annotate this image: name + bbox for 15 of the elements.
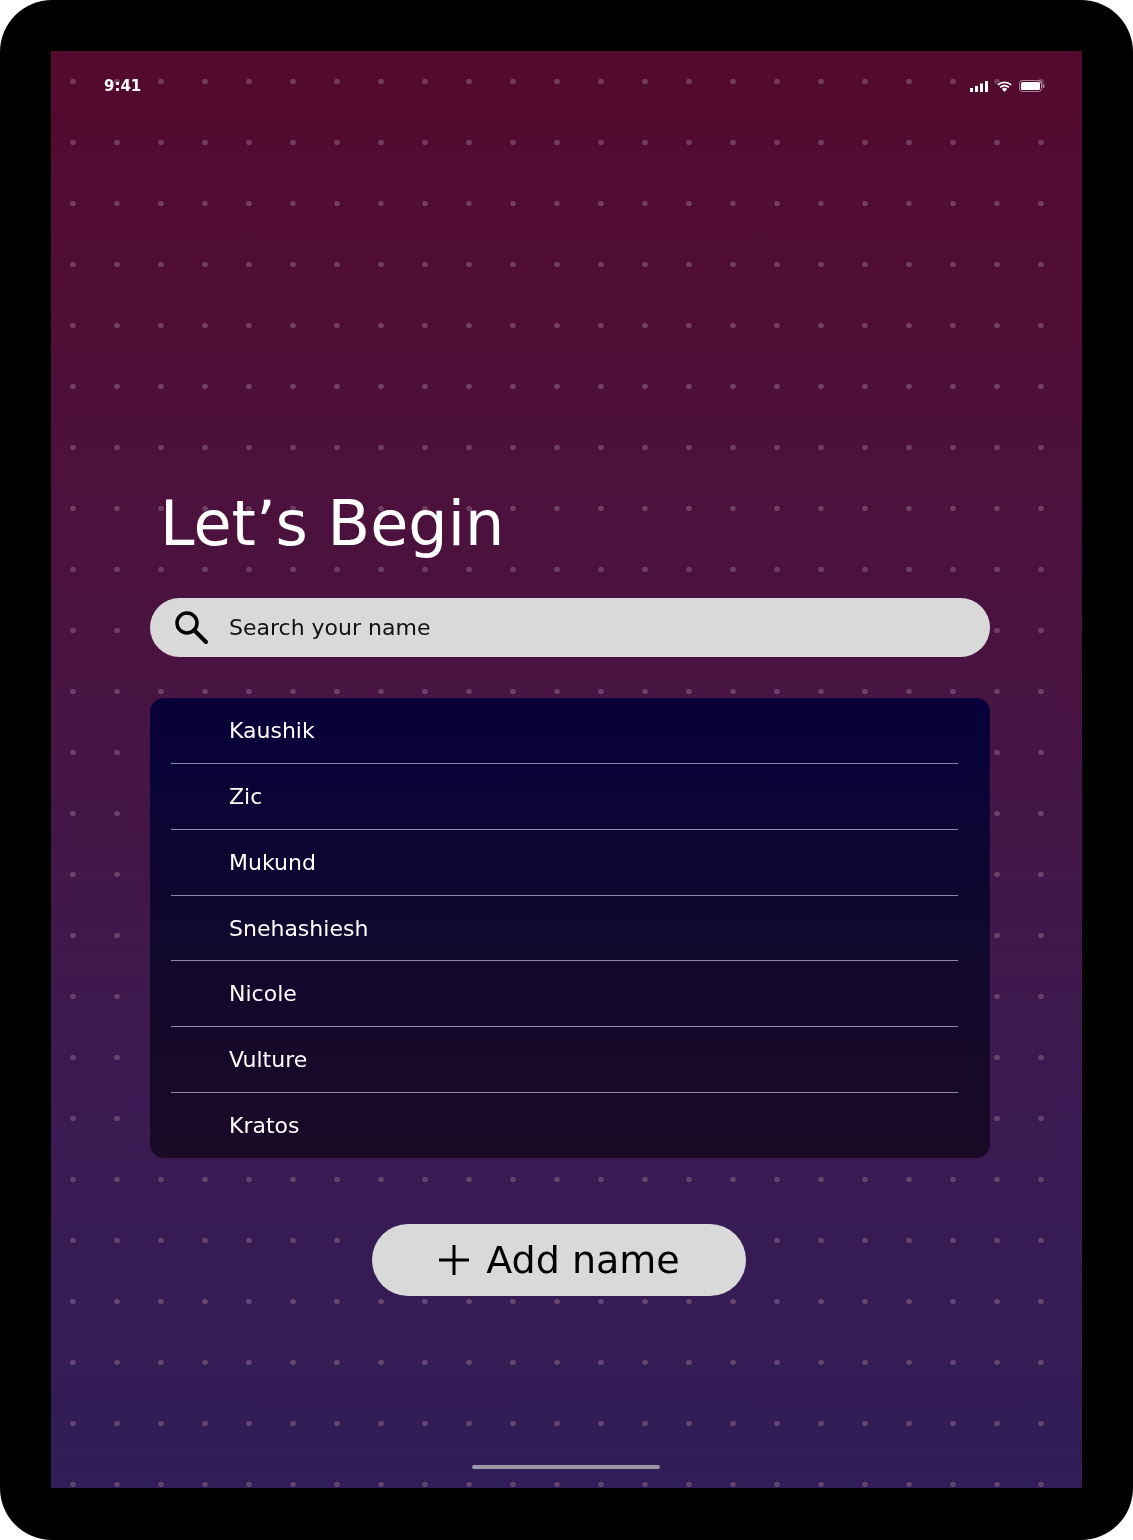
signal-icon [970,80,990,92]
search-field[interactable]: Search your name [150,598,990,657]
name-list-item[interactable]: Nicole [171,961,958,1028]
name-list-item[interactable]: Kratos [171,1093,958,1158]
name-list-item[interactable]: Snehashiesh [171,895,958,962]
page-title: Let’s Begin [160,492,505,556]
wifi-icon [996,80,1013,92]
name-list-item[interactable]: Kaushik [171,698,958,764]
name-list-item[interactable]: Vulture [171,1027,958,1094]
status-time: 9:41 [104,77,142,95]
battery-icon [1019,80,1045,92]
plus-icon [438,1244,471,1276]
name-list-item[interactable]: Zic [171,763,958,830]
name-list-item[interactable]: Mukund [171,829,958,896]
add-name-button[interactable]: Add name [372,1224,746,1296]
